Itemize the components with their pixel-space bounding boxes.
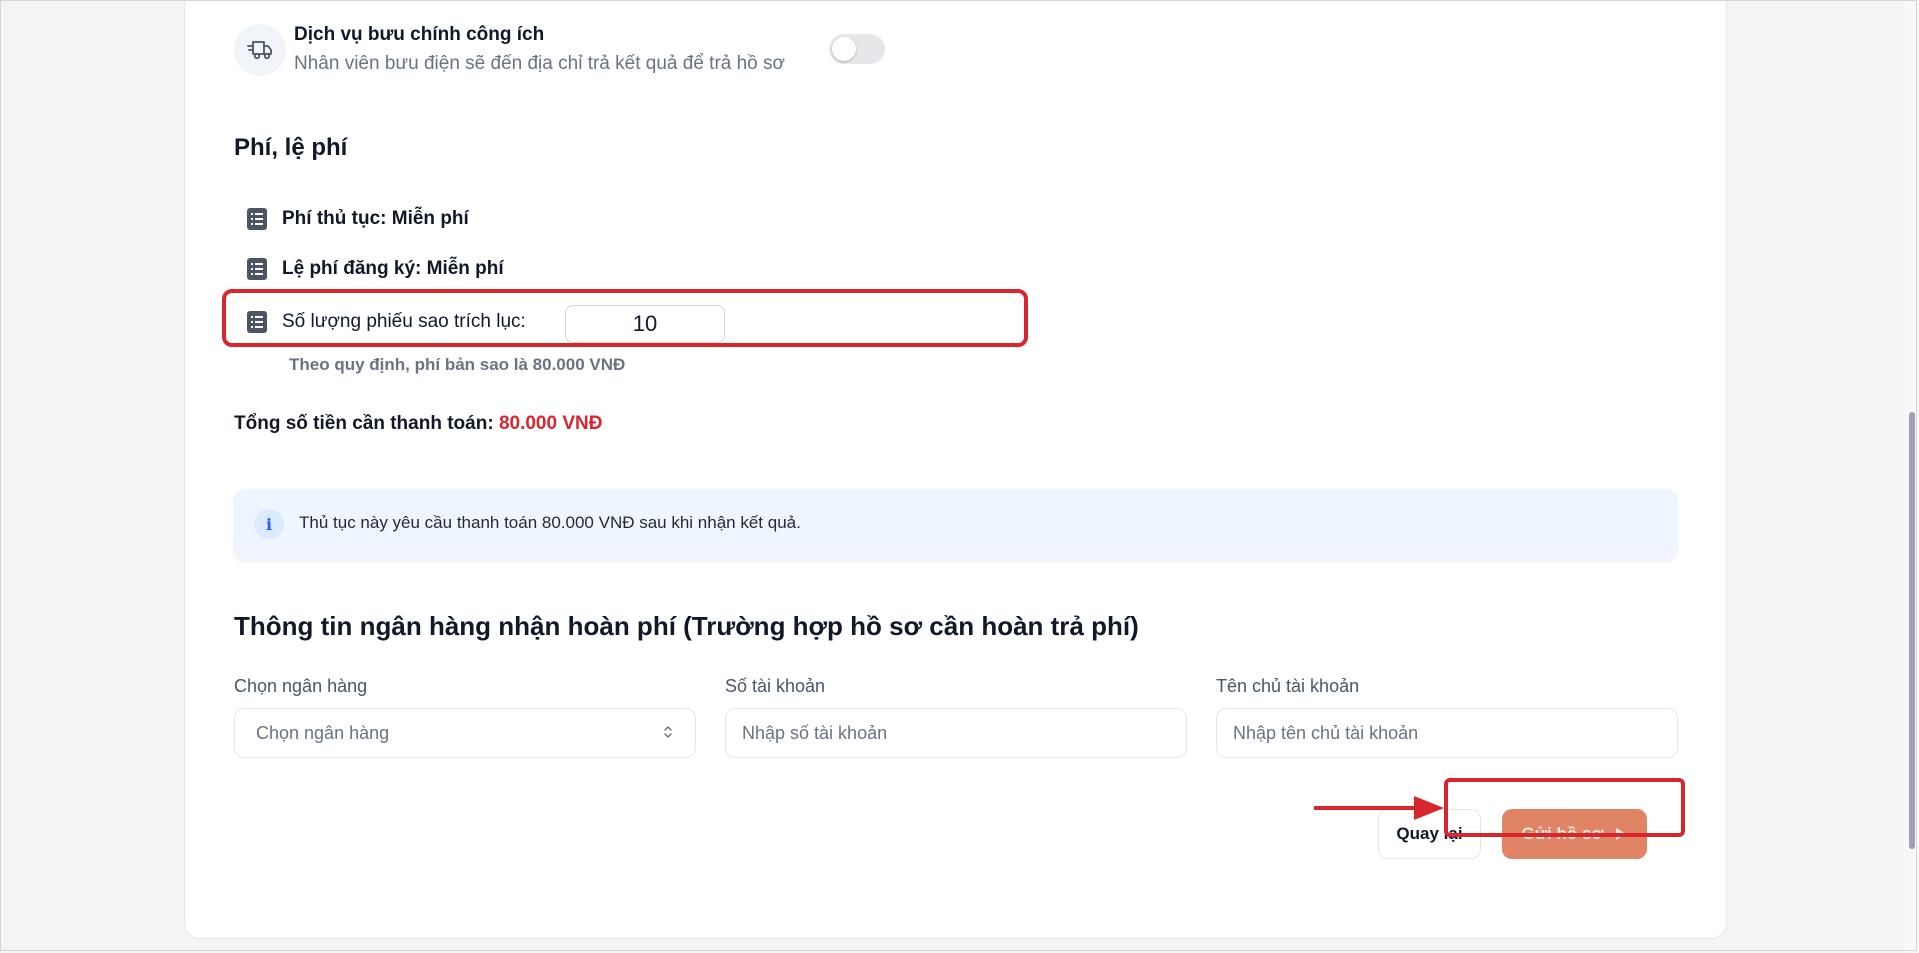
total-label: Tổng số tiền cần thanh toán: xyxy=(234,413,494,434)
copy-fee-note: Theo quy định, phí bản sao là 80.000 VNĐ xyxy=(289,355,626,374)
bank-select-value: Chọn ngân hàng xyxy=(256,722,390,743)
truck-icon xyxy=(234,24,286,76)
total-payment: Tổng số tiền cần thanh toán: 80.000 VNĐ xyxy=(234,413,602,435)
postal-service-description: Nhân viên bưu điện sẽ đến địa chỉ trả kế… xyxy=(294,53,785,74)
account-name-input[interactable] xyxy=(1216,708,1678,758)
info-notice-text: Thủ tục này yêu cầu thanh toán 80.000 VN… xyxy=(299,513,801,532)
procedure-fee-label: Phí thủ tục: Miễn phí xyxy=(282,208,469,229)
postal-service-toggle[interactable] xyxy=(829,34,885,64)
highlight-annotation-quantity xyxy=(222,289,1028,347)
account-name-label: Tên chủ tài khoản xyxy=(1216,676,1360,696)
bank-info-heading: Thông tin ngân hàng nhận hoàn phí (Trườn… xyxy=(234,611,1139,641)
info-icon: i xyxy=(254,509,284,539)
registration-fee-label: Lệ phí đăng ký: Miễn phí xyxy=(282,258,504,279)
registration-fee-row: Lệ phí đăng ký: Miễn phí xyxy=(246,257,504,281)
receipt-icon xyxy=(247,258,267,280)
bank-select[interactable]: Chọn ngân hàng xyxy=(234,708,696,758)
postal-service-title: Dịch vụ bưu chính công ích xyxy=(294,24,545,45)
payment-info-notice: i Thủ tục này yêu cầu thanh toán 80.000 … xyxy=(234,489,1677,559)
chevron-up-down-icon xyxy=(663,725,673,741)
fees-heading: Phí, lệ phí xyxy=(234,134,348,161)
scrollbar-thumb[interactable] xyxy=(1909,412,1915,849)
highlight-annotation-submit xyxy=(1444,778,1685,837)
receipt-icon xyxy=(247,208,267,230)
arrow-annotation xyxy=(1314,796,1444,820)
account-number-label: Số tài khoản xyxy=(725,676,826,696)
total-amount: 80.000 VNĐ xyxy=(498,413,603,434)
procedure-fee-row: Phí thủ tục: Miễn phí xyxy=(246,207,469,231)
account-number-input[interactable] xyxy=(725,708,1187,758)
bank-select-label: Chọn ngân hàng xyxy=(234,676,368,696)
toggle-knob xyxy=(832,37,856,61)
